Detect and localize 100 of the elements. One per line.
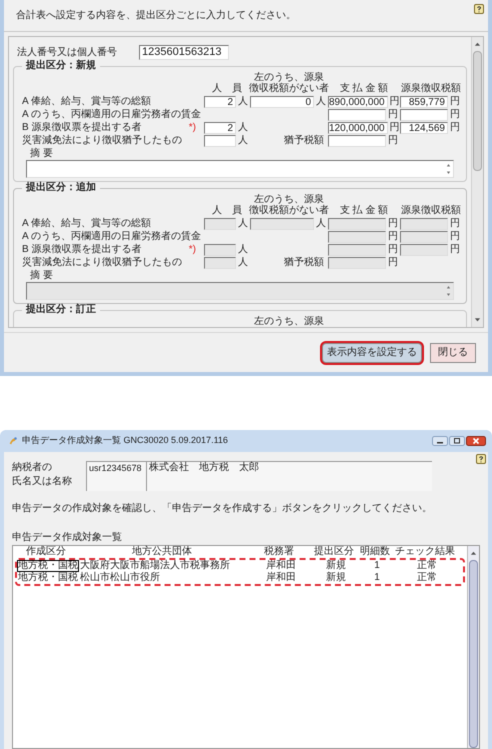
input-field[interactable]: 2 xyxy=(204,122,236,134)
table-cell[interactable]: 1 xyxy=(359,560,395,572)
column-header: 左のうち、源泉 徴収税額がない者 xyxy=(249,194,329,216)
table-cell[interactable]: 松山市松山市役所 xyxy=(79,572,249,584)
minimize-icon xyxy=(432,436,448,446)
table-cell[interactable]: 地方税・国税 xyxy=(17,572,79,584)
input-field[interactable] xyxy=(328,134,386,146)
maximize-icon xyxy=(449,436,465,446)
input-field xyxy=(400,244,448,256)
input-field[interactable]: 890,000,000 xyxy=(328,96,388,108)
column-header: 人 員 xyxy=(212,205,242,216)
user-id-field: usr12345678 xyxy=(86,462,146,491)
unit-label: 人 xyxy=(238,135,248,146)
unit-label: 円 xyxy=(450,96,460,107)
scroll-up-icon xyxy=(470,550,477,556)
input-field xyxy=(204,218,236,230)
input-field xyxy=(400,230,448,242)
unit-label: 円 xyxy=(388,231,398,242)
window-title: 申告データ作成対象一覧 GNC30020 5.09.2017.116 xyxy=(22,434,228,448)
unit-label: 円 xyxy=(388,135,398,146)
row-label: A 俸給、給与、賞与等の総額 xyxy=(22,218,151,230)
unit-label: 人 xyxy=(238,244,248,255)
row-label: B 源泉徴収票を提出する者 xyxy=(22,122,142,134)
input-field xyxy=(328,244,386,256)
column-header: 支 払 金 額 xyxy=(340,83,388,94)
unit-label: 人 xyxy=(238,96,248,107)
row-label: 災害減免法により徴収猶予したもの xyxy=(22,134,182,146)
section-title: 提出区分：訂正 xyxy=(24,304,97,316)
unit-label: 人 xyxy=(238,218,248,229)
scroll-up-icon xyxy=(474,41,481,47)
scrollbar-thumb[interactable] xyxy=(473,51,482,171)
row-label: A のうち、丙欄適用の日雇労務者の賃金 xyxy=(22,230,201,242)
help-icon xyxy=(476,454,486,464)
scrollbar-thumb[interactable] xyxy=(469,560,478,748)
text-area[interactable] xyxy=(26,160,454,178)
column-header[interactable]: 税務署 xyxy=(247,546,311,558)
button[interactable]: 表示内容を設定する xyxy=(322,342,422,362)
table-cell[interactable]: 正常 xyxy=(395,560,459,572)
input-field[interactable]: 1235601563213 xyxy=(139,45,229,60)
input-field[interactable]: 124,569 xyxy=(400,122,448,134)
field-label: 法人番号又は個人番号 xyxy=(17,46,117,59)
unit-label: 円 xyxy=(450,231,460,242)
column-header[interactable]: 明細数 xyxy=(357,546,393,558)
scrollbar[interactable] xyxy=(471,37,483,327)
column-header[interactable]: 作成区分 xyxy=(15,546,77,558)
close-icon xyxy=(466,436,486,446)
unit-label: 円 xyxy=(450,244,460,255)
table-cell[interactable]: 岸和田 xyxy=(249,572,313,584)
unit-label: 人 xyxy=(316,96,326,107)
unit-label: 円 xyxy=(390,122,400,133)
column-header: 人 員 xyxy=(212,83,242,94)
note-mark: *) xyxy=(188,244,196,256)
unit-label: 円 xyxy=(450,109,460,120)
input-field xyxy=(204,256,236,268)
input-field[interactable] xyxy=(328,108,386,120)
input-field xyxy=(328,230,386,242)
unit-label: 円 xyxy=(450,122,460,133)
input-field[interactable]: 859,779 xyxy=(400,96,448,108)
column-header: 源泉徴収税額 xyxy=(401,83,461,94)
table-cell[interactable]: 新規 xyxy=(313,560,359,572)
table-cell[interactable]: 1 xyxy=(359,572,395,584)
table-cell[interactable]: 新規 xyxy=(313,572,359,584)
column-header: 左のうち、源泉 xyxy=(254,316,324,327)
input-field[interactable]: 2 xyxy=(204,96,236,108)
field-label: 納税者の 氏名又は名称 xyxy=(12,461,73,489)
button[interactable]: 閉じる xyxy=(430,342,476,362)
scroll-arrows-icon xyxy=(446,162,451,176)
table-cell[interactable]: 岸和田 xyxy=(249,560,313,572)
input-field[interactable]: 120,000,000 xyxy=(328,122,388,134)
column-header: 左のうち、源泉 徴収税額がない者 xyxy=(249,72,329,94)
unit-label: 円 xyxy=(388,109,398,120)
input-field[interactable] xyxy=(204,134,236,146)
row-label: A のうち、丙欄適用の日雇労務者の賃金 xyxy=(22,108,201,120)
help-icon xyxy=(474,4,484,14)
unit-label: 円 xyxy=(450,218,460,229)
unit-label: 円 xyxy=(388,244,398,255)
input-field xyxy=(328,218,386,230)
field-label: 猶予税額 xyxy=(284,134,324,146)
scrollbar[interactable] xyxy=(467,546,479,748)
column-header: 支 払 金 額 xyxy=(340,205,388,216)
input-field[interactable]: 0 xyxy=(250,96,314,108)
instruction-text: 合計表へ設定する内容を、提出区分ごとに入力してください。 xyxy=(16,8,296,23)
field-label: 摘 要 xyxy=(29,148,53,160)
list-title: 申告データ作成対象一覧 xyxy=(12,530,123,545)
instruction-text: 申告データの作成対象を確認し、「申告データを作成する」ボタンをクリックしてください。 xyxy=(12,502,433,516)
input-field[interactable] xyxy=(400,108,448,120)
table-cell[interactable]: 正常 xyxy=(395,572,459,584)
column-header[interactable]: 提出区分 xyxy=(311,546,357,558)
row-label: B 源泉徴収票を提出する者 xyxy=(22,244,142,256)
app-icon xyxy=(8,436,18,446)
column-header[interactable]: 地方公共団体 xyxy=(77,546,247,558)
unit-label: 円 xyxy=(388,257,398,268)
field-label: 猶予税額 xyxy=(284,256,324,268)
column-header[interactable]: チェック結果 xyxy=(393,546,457,558)
note-mark: *) xyxy=(188,122,196,134)
table-cell[interactable]: 大阪府大阪市船場法人市税事務所 xyxy=(79,560,249,572)
row-label: 災害減免法により徴収猶予したもの xyxy=(22,256,182,268)
unit-label: 円 xyxy=(388,218,398,229)
scroll-down-icon xyxy=(474,317,481,323)
input-field xyxy=(400,218,448,230)
